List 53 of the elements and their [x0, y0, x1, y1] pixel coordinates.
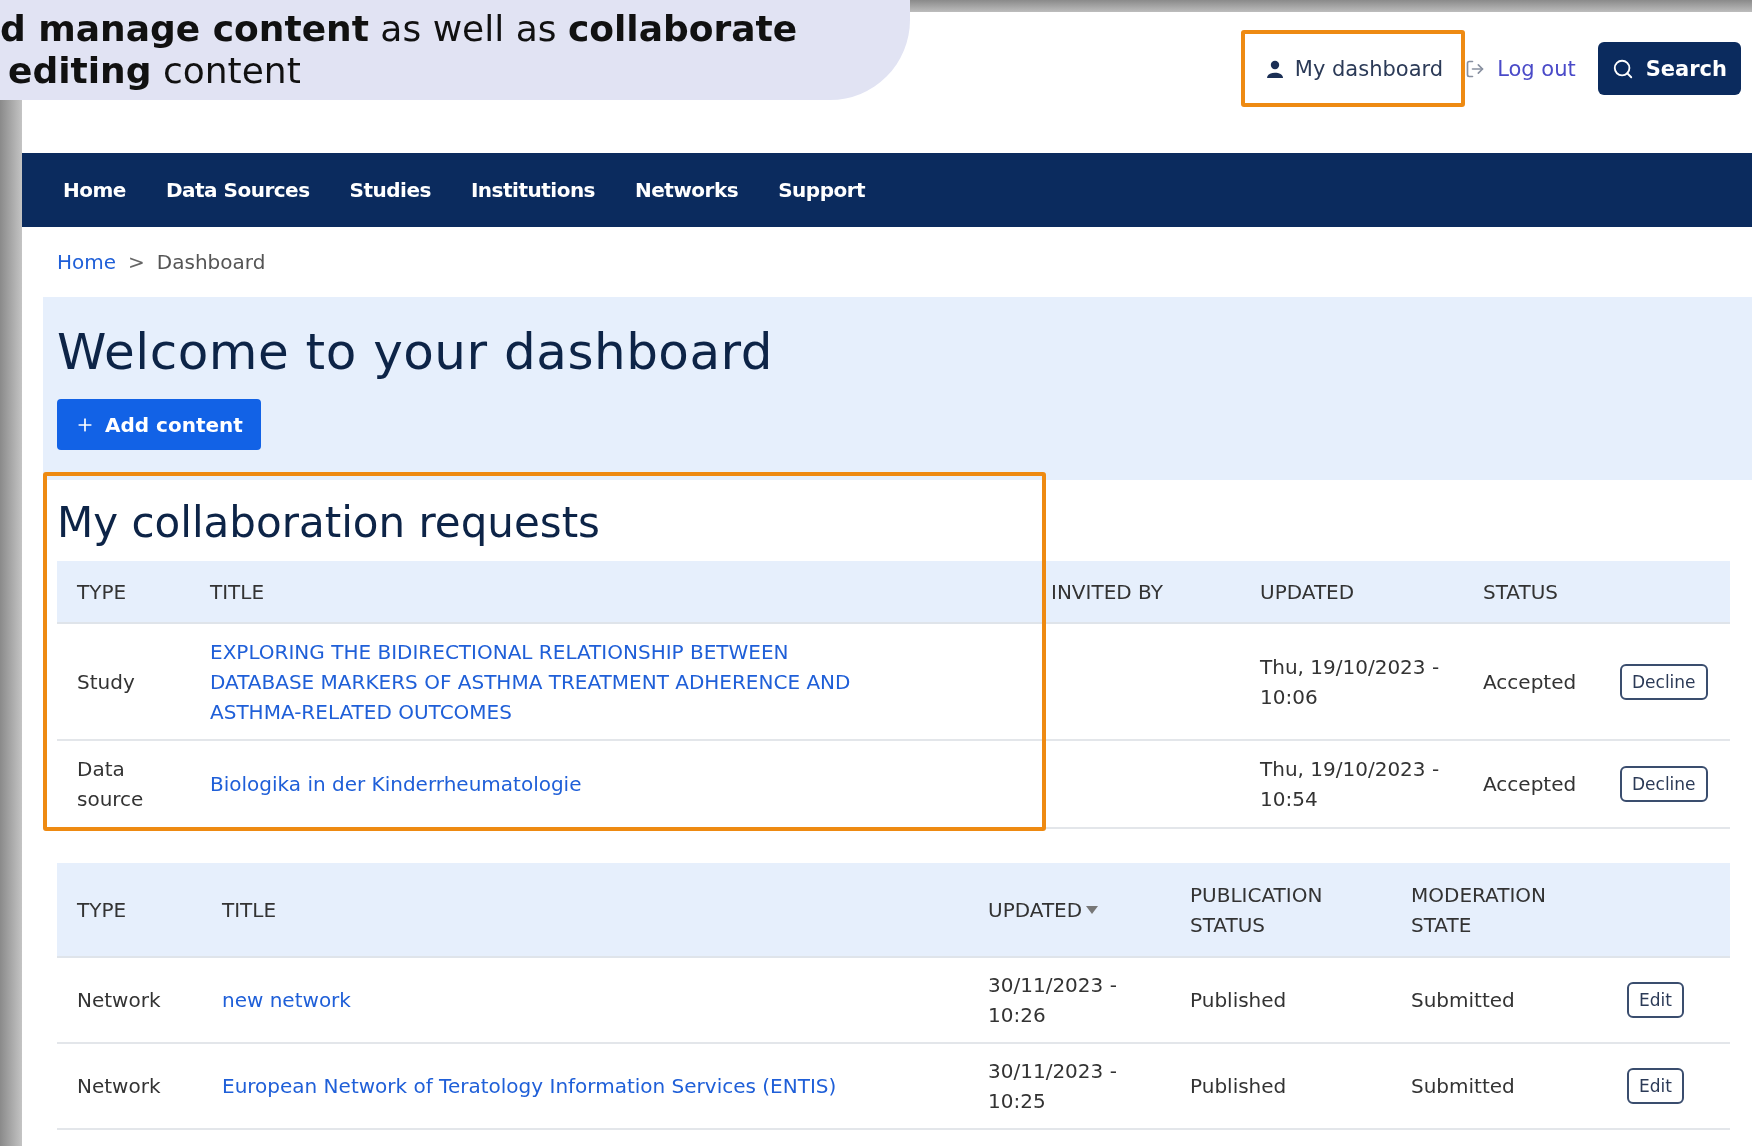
table-cell: Published	[1190, 988, 1287, 1012]
table-cell: Data source	[77, 757, 144, 811]
log-out-icon	[1465, 58, 1486, 79]
table-cell: Thu, 19/10/2023 - 10:06	[1260, 654, 1440, 709]
decline-button[interactable]: Decline	[1620, 663, 1708, 700]
column-header: PUBLICATION STATUS	[1170, 863, 1391, 957]
table-cell: Submitted	[1411, 988, 1515, 1012]
search-icon	[1611, 57, 1634, 80]
nav-link[interactable]: Data Sources	[144, 178, 329, 202]
column-header: TYPE	[57, 863, 202, 957]
title-link[interactable]: European Network of Teratology Information Services (ENTIS)	[222, 1071, 958, 1101]
callout-text: editing content	[8, 50, 302, 92]
nav-link[interactable]: Support	[757, 178, 885, 202]
nav-link[interactable]: Institutions	[449, 178, 615, 202]
sort-caret-icon	[1086, 905, 1099, 914]
breadcrumb-current: Dashboard	[156, 250, 266, 274]
table-cell: Accepted	[1483, 669, 1577, 694]
column-header: TITLE	[190, 561, 1031, 623]
nav-link[interactable]: Networks	[614, 178, 758, 202]
column-header[interactable]: UPDATED	[968, 863, 1170, 957]
section-title: My collaboration requests	[57, 498, 601, 547]
title-link[interactable]: Biologika in der Kinderrheumatologie	[210, 769, 891, 799]
edit-button[interactable]: Edit	[1627, 1068, 1684, 1104]
table-cell: 30/11/2023 - 10:25	[988, 1059, 1117, 1113]
add-content-button[interactable]: Add content	[57, 399, 261, 450]
callout-text: d manage content as well as collaborate	[0, 8, 799, 50]
edit-button[interactable]: Edit	[1627, 982, 1684, 1018]
user-icon	[1266, 59, 1283, 78]
table-cell: Study	[77, 669, 135, 694]
column-header: STATUS	[1463, 561, 1600, 623]
column-header: UPDATED	[1240, 561, 1463, 623]
decline-button[interactable]: Decline	[1620, 766, 1708, 802]
breadcrumb-link[interactable]: Home	[57, 250, 117, 274]
page-title: Welcome to your dashboard	[57, 323, 773, 381]
column-header: MODERATION STATE	[1391, 863, 1600, 957]
log-out-link[interactable]: Log out	[1465, 42, 1576, 95]
breadcrumb-separator: >	[128, 250, 145, 274]
column-header: TYPE	[57, 561, 190, 623]
column-header: TITLE	[202, 863, 968, 957]
table-cell: Thu, 19/10/2023 - 10:54	[1260, 757, 1440, 811]
table-cell: Submitted	[1411, 1074, 1515, 1098]
nav-link[interactable]: Home	[42, 178, 145, 202]
table-cell: 30/11/2023 - 10:26	[988, 973, 1117, 1027]
table-cell: Published	[1190, 1074, 1287, 1098]
dashboard-link[interactable]: My dashboard	[1266, 42, 1444, 95]
table-cell: Network	[77, 988, 161, 1012]
search-button[interactable]: Search	[1597, 42, 1741, 95]
table-cell: Accepted	[1483, 772, 1577, 796]
table-cell: Network	[77, 1074, 161, 1098]
nav-link[interactable]: Studies	[328, 178, 450, 202]
title-link[interactable]: EXPLORING THE BIDIRECTIONAL RELATIONSHIP BETWEEN DATABASE MARKERS OF ASTHMA TREATMENT ADHERENCE AND ASTHMA-RELATED OUTCOMES	[210, 636, 891, 727]
title-link[interactable]: new network	[222, 985, 958, 1015]
column-header: INVITED BY	[1031, 561, 1240, 623]
